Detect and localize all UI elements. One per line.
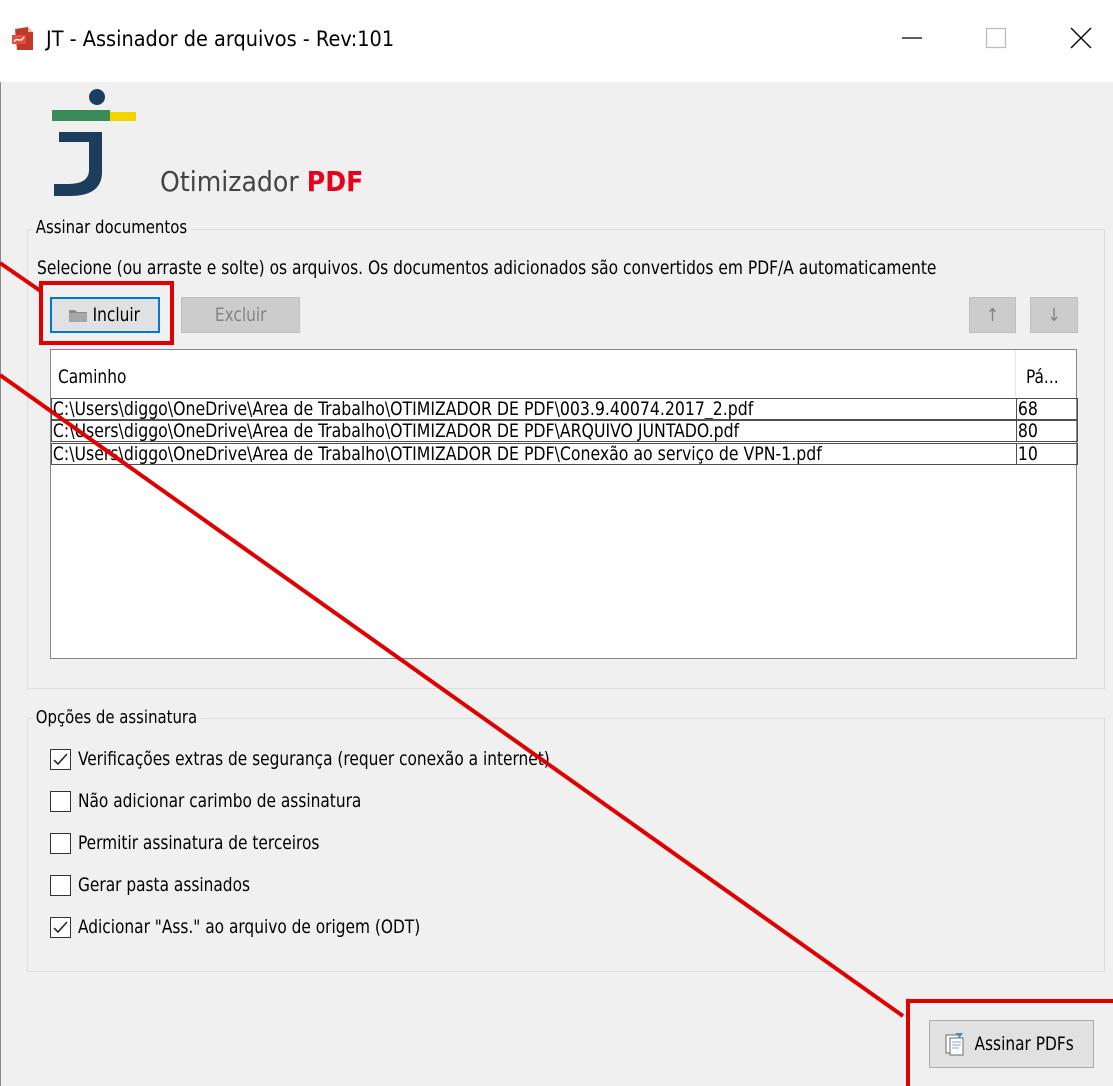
window-title: JT - Assinador de arquivos - Rev:101 xyxy=(46,27,395,51)
pages-text: 10 xyxy=(1017,443,1038,465)
arrow-down-icon: ↓ xyxy=(1047,304,1061,326)
table-cell-pages: 68 xyxy=(1016,398,1078,420)
brand-accent: PDF xyxy=(306,165,364,198)
checkbox[interactable] xyxy=(50,874,71,896)
move-up-button[interactable]: ↑ xyxy=(969,297,1016,333)
table-cell-pages: 10 xyxy=(1016,443,1078,465)
signature-options-label: Opções de assinatura xyxy=(33,707,201,728)
highlight-sign-button xyxy=(906,999,1113,1086)
maximize-icon xyxy=(985,27,1007,49)
option-third-party[interactable]: Permitir assinatura de terceiros xyxy=(50,829,346,857)
column-header-path[interactable]: Caminho xyxy=(58,366,126,388)
move-down-button[interactable]: ↓ xyxy=(1030,297,1078,333)
option-no-stamp[interactable]: Não adicionar carimbo de assinatura xyxy=(50,787,393,815)
pages-text: 68 xyxy=(1017,398,1038,420)
checkbox-label: Verificações extras de segurança (requer… xyxy=(78,748,550,770)
checkmark-icon xyxy=(53,752,68,765)
path-text: C:\Users\diggo\OneDrive\Area de Trabalho… xyxy=(52,443,822,465)
checkbox-label: Permitir assinatura de terceiros xyxy=(78,832,320,854)
brand-name: Otimizador xyxy=(160,165,299,198)
highlight-include-button xyxy=(39,281,174,345)
checkbox[interactable] xyxy=(50,748,71,770)
checkbox[interactable] xyxy=(50,790,71,812)
option-signed-folder[interactable]: Gerar pasta assinados xyxy=(50,871,269,899)
minimize-icon xyxy=(902,37,922,39)
checkbox[interactable] xyxy=(50,916,71,938)
exclude-button-label: Excluir xyxy=(214,304,267,326)
table-row[interactable]: C:\Users\diggo\OneDrive\Area de Trabalho… xyxy=(51,420,1078,444)
option-add-ass-suffix[interactable]: Adicionar "Ass." ao arquivo de origem (O… xyxy=(50,913,458,941)
checkbox[interactable] xyxy=(50,832,71,854)
app-window: JT - Assinador de arquivos - Rev:101 Oti… xyxy=(0,0,1113,1086)
close-icon xyxy=(1070,27,1092,49)
option-extra-security[interactable]: Verificações extras de segurança (requer… xyxy=(50,745,602,773)
column-header-pages[interactable]: Pá... xyxy=(1026,366,1059,388)
checkbox-label: Não adicionar carimbo de assinatura xyxy=(78,790,362,812)
table-row[interactable]: C:\Users\diggo\OneDrive\Area de Trabalho… xyxy=(51,398,1078,422)
table-cell-path: C:\Users\diggo\OneDrive\Area de Trabalho… xyxy=(51,420,1017,442)
checkmark-icon xyxy=(53,920,68,933)
checkbox-label: Gerar pasta assinados xyxy=(78,874,251,896)
table-cell-pages: 80 xyxy=(1016,420,1078,442)
app-pdf-icon xyxy=(12,27,33,50)
table-header: Caminho Pá... xyxy=(51,350,1076,397)
path-text: C:\Users\diggo\OneDrive\Area de Trabalho… xyxy=(52,398,754,420)
checkbox-label: Adicionar "Ass." ao arquivo de origem (O… xyxy=(78,916,421,938)
files-table[interactable]: Caminho Pá... C:\Users\diggo\OneDrive\Ar… xyxy=(50,349,1078,659)
jt-logo xyxy=(52,89,136,196)
minimize-button[interactable] xyxy=(887,16,937,60)
window-left-border xyxy=(0,82,1,1086)
column-separator[interactable] xyxy=(1015,350,1016,397)
sign-documents-label: Assinar documentos xyxy=(33,217,191,238)
arrow-up-icon: ↑ xyxy=(985,304,1000,326)
maximize-button[interactable] xyxy=(971,16,1021,60)
exclude-button[interactable]: Excluir xyxy=(181,297,300,333)
table-cell-path: C:\Users\diggo\OneDrive\Area de Trabalho… xyxy=(51,443,1017,465)
table-row[interactable]: C:\Users\diggo\OneDrive\Area de Trabalho… xyxy=(51,443,1078,467)
pages-text: 80 xyxy=(1017,420,1038,442)
path-text: C:\Users\diggo\OneDrive\Area de Trabalho… xyxy=(52,420,740,442)
brand-title: Otimizador PDF xyxy=(160,165,363,198)
table-cell-path: C:\Users\diggo\OneDrive\Area de Trabalho… xyxy=(51,398,1017,420)
close-button[interactable] xyxy=(1056,16,1106,60)
title-bar: JT - Assinador de arquivos - Rev:101 xyxy=(0,0,1113,82)
instructions-text: Selecione (ou arraste e solte) os arquiv… xyxy=(37,257,937,279)
